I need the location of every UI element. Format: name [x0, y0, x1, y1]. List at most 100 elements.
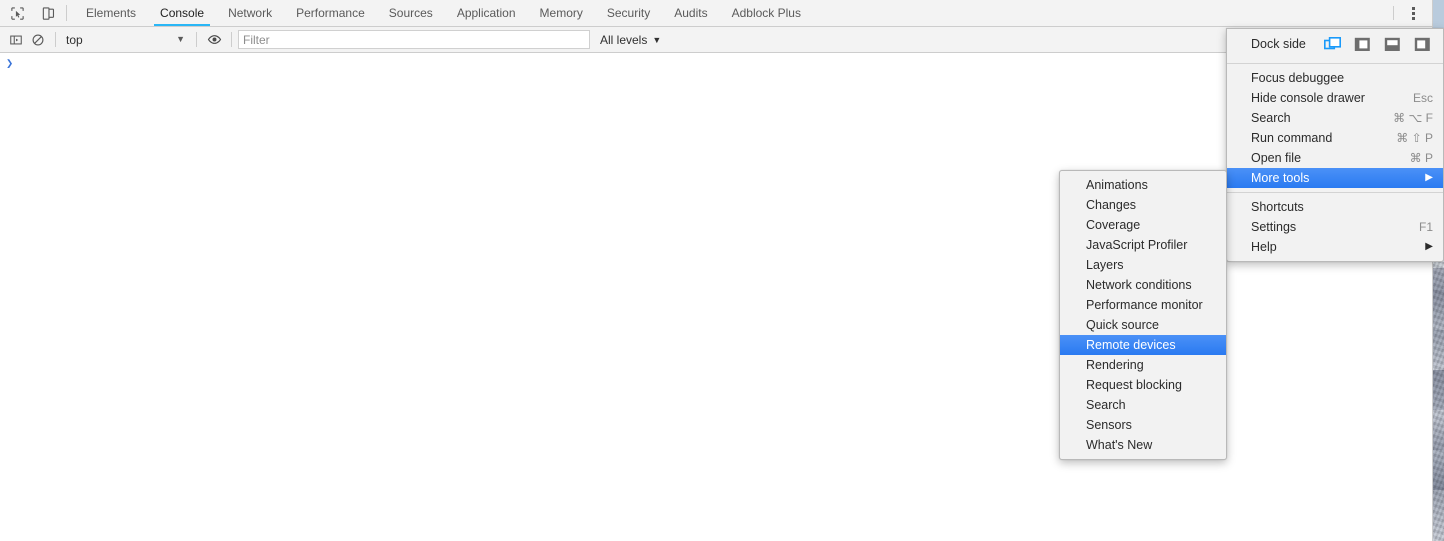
filterbar-divider-1 — [55, 32, 56, 47]
menu-item-label: Search — [1251, 111, 1291, 125]
tab-network[interactable]: Network — [216, 0, 284, 26]
submenu-item-label: Remote devices — [1086, 338, 1176, 352]
submenu-item-coverage[interactable]: Coverage — [1060, 215, 1226, 235]
submenu-item-layers[interactable]: Layers — [1060, 255, 1226, 275]
submenu-item-label: Request blocking — [1086, 378, 1182, 392]
tab-adblock-plus[interactable]: Adblock Plus — [720, 0, 813, 26]
submenu-item-quick-source[interactable]: Quick source — [1060, 315, 1226, 335]
inspect-cursor-icon[interactable] — [6, 2, 28, 24]
clear-console-icon[interactable] — [27, 29, 49, 51]
submenu-item-label: What's New — [1086, 438, 1153, 452]
submenu-item-label: Animations — [1086, 178, 1148, 192]
menu-item-label: Open file — [1251, 151, 1302, 165]
menu-item-help[interactable]: Help ▶ — [1227, 237, 1443, 257]
menu-separator — [1227, 192, 1443, 193]
tab-sources[interactable]: Sources — [377, 0, 445, 26]
submenu-item-label: Performance monitor — [1086, 298, 1203, 312]
filterbar-divider-2 — [196, 32, 197, 47]
tab-label: Adblock Plus — [731, 6, 801, 20]
tab-list: Elements Console Network Performance Sou… — [74, 0, 813, 26]
menu-item-focus-debuggee[interactable]: Focus debuggee — [1227, 68, 1443, 88]
tabbar-left-icons — [0, 0, 59, 26]
filterbar-divider-3 — [231, 32, 232, 47]
tab-audits[interactable]: Audits — [662, 0, 719, 26]
submenu-item-javascript-profiler[interactable]: JavaScript Profiler — [1060, 235, 1226, 255]
filter-input[interactable] — [238, 30, 590, 49]
submenu-item-label: Sensors — [1086, 418, 1132, 432]
menu-item-shortcut: F1 — [1418, 220, 1433, 234]
menu-item-shortcut: ⌘ ⇧ P — [1396, 131, 1433, 145]
tab-label: Application — [456, 6, 516, 20]
console-prompt-row[interactable]: ❯ — [0, 53, 1432, 75]
menu-item-shortcut: Esc — [1412, 91, 1433, 105]
device-toolbar-icon[interactable] — [37, 2, 59, 24]
tab-application[interactable]: Application — [445, 0, 528, 26]
submenu-item-whats-new[interactable]: What's New — [1060, 435, 1226, 455]
tab-console[interactable]: Console — [148, 0, 216, 26]
dock-to-bottom-icon[interactable] — [1384, 37, 1401, 52]
menu-item-more-tools[interactable]: More tools ▶ — [1227, 168, 1443, 188]
tab-label: Performance — [296, 6, 365, 20]
tab-label: Memory — [539, 6, 583, 20]
execution-context-selector[interactable]: top ▼ — [62, 30, 190, 50]
chevron-right-icon: ▶ — [1425, 241, 1433, 252]
eye-icon[interactable] — [203, 29, 225, 51]
chevron-right-icon: ▶ — [1425, 172, 1433, 183]
tab-label: Audits — [674, 6, 708, 20]
dock-side-row: Dock side — [1227, 29, 1443, 59]
menu-item-label: Focus debuggee — [1251, 71, 1345, 85]
submenu-item-request-blocking[interactable]: Request blocking — [1060, 375, 1226, 395]
submenu-item-remote-devices[interactable]: Remote devices — [1060, 335, 1226, 355]
menu-item-label: Run command — [1251, 131, 1333, 145]
menu-item-shortcut: ⌘ P — [1409, 151, 1433, 165]
submenu-item-label: Rendering — [1086, 358, 1144, 372]
console-sidebar-icon[interactable] — [5, 29, 27, 51]
menu-item-settings[interactable]: Settings F1 — [1227, 217, 1443, 237]
submenu-item-label: Coverage — [1086, 218, 1141, 232]
tab-label: Sources — [388, 6, 433, 20]
menu-item-label: Settings — [1251, 220, 1297, 234]
submenu-item-network-conditions[interactable]: Network conditions — [1060, 275, 1226, 295]
submenu-item-sensors[interactable]: Sensors — [1060, 415, 1226, 435]
menu-item-label: Hide console drawer — [1251, 91, 1365, 105]
menu-item-label: Shortcuts — [1251, 200, 1304, 214]
more-tools-submenu: Animations Changes Coverage JavaScript P… — [1059, 170, 1227, 460]
tab-memory[interactable]: Memory — [528, 0, 595, 26]
tabbar-right-divider — [1393, 6, 1394, 20]
menu-item-shortcut: ⌘ ⌥ F — [1393, 111, 1433, 125]
submenu-item-performance-monitor[interactable]: Performance monitor — [1060, 295, 1226, 315]
submenu-item-rendering[interactable]: Rendering — [1060, 355, 1226, 375]
menu-item-hide-console-drawer[interactable]: Hide console drawer Esc — [1227, 88, 1443, 108]
tab-security[interactable]: Security — [595, 0, 662, 26]
devtools-window: Elements Console Network Performance Sou… — [0, 0, 1444, 541]
submenu-item-label: Search — [1086, 398, 1126, 412]
dock-to-left-icon[interactable] — [1354, 37, 1371, 52]
dock-to-right-icon[interactable] — [1414, 37, 1431, 52]
menu-item-label: Help — [1251, 240, 1277, 254]
submenu-item-animations[interactable]: Animations — [1060, 175, 1226, 195]
submenu-item-label: Quick source — [1086, 318, 1159, 332]
submenu-item-label: Network conditions — [1086, 278, 1192, 292]
kebab-menu-icon[interactable] — [1402, 2, 1424, 24]
submenu-item-label: Layers — [1086, 258, 1124, 272]
devtools-tabbar: Elements Console Network Performance Sou… — [0, 0, 1432, 27]
tab-label: Security — [606, 6, 651, 20]
tab-performance[interactable]: Performance — [284, 0, 377, 26]
menu-item-open-file[interactable]: Open file ⌘ P — [1227, 148, 1443, 168]
console-prompt-arrow-icon: ❯ — [6, 56, 14, 70]
menu-item-shortcuts[interactable]: Shortcuts — [1227, 197, 1443, 217]
undock-into-separate-window-icon[interactable] — [1324, 36, 1342, 52]
log-level-selector[interactable]: All levels ▼ — [600, 33, 661, 47]
submenu-item-search[interactable]: Search — [1060, 395, 1226, 415]
dock-side-label: Dock side — [1251, 37, 1306, 51]
tab-elements[interactable]: Elements — [74, 0, 148, 26]
submenu-item-changes[interactable]: Changes — [1060, 195, 1226, 215]
console-filter-toolbar: top ▼ All levels ▼ — [0, 27, 1432, 53]
tab-label: Network — [228, 6, 273, 20]
menu-separator — [1227, 63, 1443, 64]
chevron-down-icon: ▼ — [652, 34, 662, 45]
menu-item-run-command[interactable]: Run command ⌘ ⇧ P — [1227, 128, 1443, 148]
menu-item-search[interactable]: Search ⌘ ⌥ F — [1227, 108, 1443, 128]
dock-side-options — [1324, 36, 1433, 52]
tabbar-right-controls — [1393, 0, 1432, 26]
